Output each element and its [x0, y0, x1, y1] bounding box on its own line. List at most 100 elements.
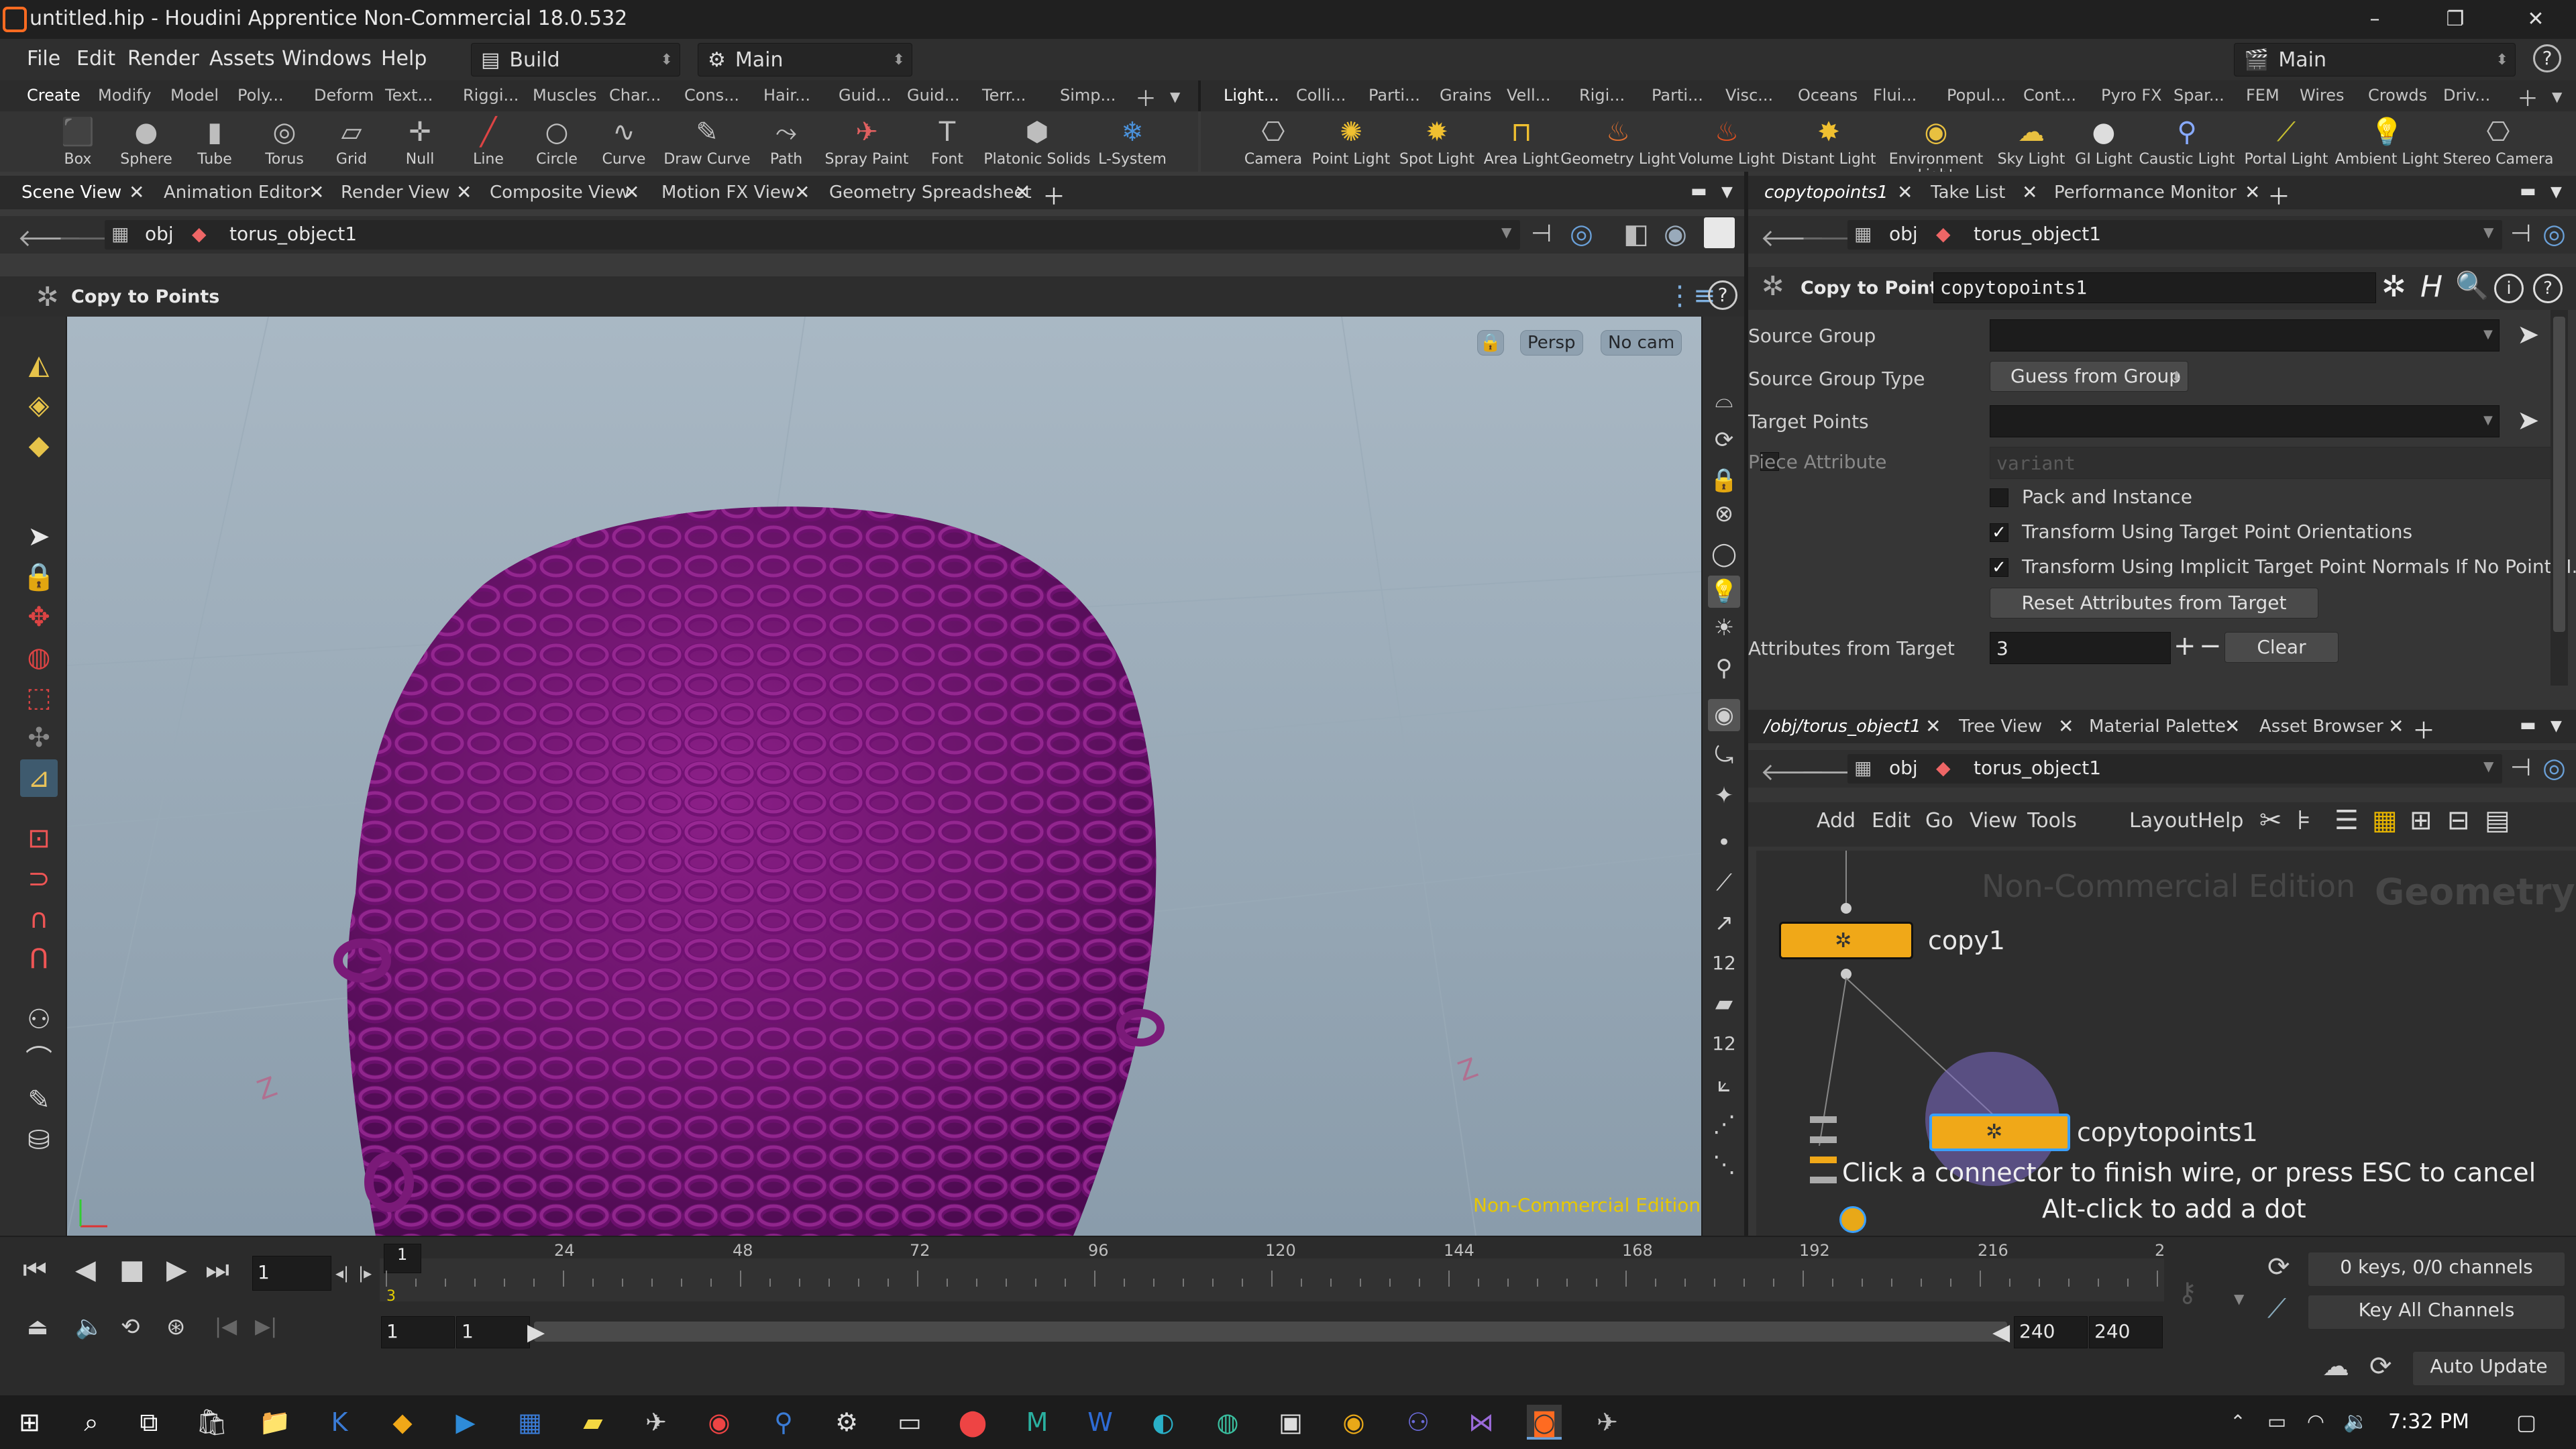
global-animation-icon[interactable]: ⊛	[166, 1313, 186, 1340]
connector-stub[interactable]	[1810, 1136, 1837, 1143]
next-key-icon[interactable]: ▶|	[255, 1315, 277, 1338]
add-tab-icon[interactable]: ＋	[2412, 712, 2435, 745]
more-display-icon[interactable]: ⋱	[1708, 1148, 1740, 1181]
normal-display-icon[interactable]: ⟋	[1708, 867, 1740, 899]
path-node[interactable]: torus_object1	[229, 223, 357, 245]
keyframe-icon[interactable]: ⟋	[2267, 1293, 2286, 1324]
prim-numbers-icon[interactable]: 12	[1708, 1028, 1740, 1060]
move-tool-icon[interactable]: ✥	[20, 598, 58, 636]
target-points-field[interactable]	[1990, 405, 2500, 437]
close-tab-icon[interactable]: ✕	[2022, 181, 2037, 203]
home-icon[interactable]: ◯	[1708, 538, 1740, 570]
task-view-icon[interactable]: ⧉	[131, 1405, 166, 1440]
snapshot-icon[interactable]: ✦	[1708, 780, 1740, 812]
shelf-tool-caustic-light[interactable]: ⚲ Caustic Light	[2139, 114, 2235, 172]
shelf-tab[interactable]: Char...	[609, 86, 661, 105]
app-teal-icon[interactable]: ◍	[1210, 1405, 1245, 1440]
shelf-tool-geometry-light[interactable]: ♨ Geometry Light	[1560, 114, 1676, 172]
store-icon[interactable]: 🛍	[195, 1405, 229, 1440]
menu-add[interactable]: Add	[1817, 809, 1856, 833]
shelf-tab[interactable]: Wires	[2300, 86, 2344, 105]
display-wireframe-icon[interactable]: ⌓	[1708, 384, 1740, 416]
curve-display-icon[interactable]: ⋰	[1708, 1108, 1740, 1140]
tab-motion-fx-view[interactable]: Motion FX View	[661, 182, 795, 203]
wifi-icon[interactable]: ◠	[2298, 1405, 2333, 1440]
sticky-notes-icon[interactable]: ▰	[576, 1405, 610, 1440]
start-icon[interactable]: ⊞	[12, 1405, 47, 1440]
grid-view-icon[interactable]: ▦	[2372, 805, 2398, 836]
shelf-tool-stereo-camera[interactable]: ⎔ Stereo Camera	[2443, 114, 2553, 172]
range-slider[interactable]	[534, 1322, 2007, 1342]
copy1-node[interactable]: ✲	[1779, 922, 1913, 959]
shelf-menu-icon[interactable]: ▼	[2552, 89, 2562, 105]
close-tab-icon[interactable]: ✕	[129, 181, 144, 203]
camera-view-icon[interactable]: ◉	[1708, 699, 1740, 731]
menu-tools[interactable]: Tools	[2027, 809, 2077, 833]
path-root[interactable]: obj	[1889, 223, 1918, 245]
app-k-icon[interactable]: K	[322, 1405, 357, 1440]
path-node[interactable]: torus_object1	[1974, 757, 2101, 779]
step-back-icon[interactable]: ◂|	[335, 1264, 349, 1283]
transform-orient-checkbox[interactable]: ✓	[1990, 523, 2008, 542]
file-explorer-icon[interactable]: 📁	[258, 1405, 292, 1440]
volume-icon[interactable]: 🔉	[2339, 1405, 2373, 1440]
magnet-icon[interactable]: Ո	[20, 941, 58, 978]
cloud-icon[interactable]: ☁	[2322, 1351, 2349, 1382]
shelf-tab[interactable]: Pyro FX	[2101, 86, 2162, 105]
tab-animation-editor[interactable]: Animation Editor	[164, 182, 310, 203]
path-root[interactable]: obj	[145, 223, 174, 245]
pane-menu-icon[interactable]: ▼	[1721, 184, 1733, 201]
source-group-field[interactable]	[1990, 319, 2500, 352]
realtime-toggle-icon[interactable]: ⏏	[27, 1313, 48, 1340]
epic-icon[interactable]: ▣	[1273, 1405, 1308, 1440]
shelf-tab[interactable]: Flui...	[1873, 86, 1917, 105]
hscript-help-icon[interactable]: H	[2420, 270, 2443, 304]
shelf-tab[interactable]: Poly...	[237, 86, 284, 105]
select-arrow-icon[interactable]: ➤	[2517, 405, 2540, 436]
vector-display-icon[interactable]: ↗	[1708, 907, 1740, 939]
shelf-tool-portal-light[interactable]: ⟋ Portal Light	[2244, 114, 2328, 172]
link-icon[interactable]: ◎	[2542, 753, 2566, 784]
point-numbers-icon[interactable]: 12	[1708, 947, 1740, 979]
shelf-tab[interactable]: Model	[170, 86, 219, 105]
tab-asset-browser[interactable]: Asset Browser	[2259, 716, 2383, 737]
pin-icon[interactable]: ⊣	[2510, 754, 2531, 782]
teams-icon[interactable]: ⚇	[1401, 1405, 1436, 1440]
play-reverse-icon[interactable]: ◀	[75, 1254, 96, 1285]
chrome-icon[interactable]: ◉	[702, 1405, 737, 1440]
lasso-icon[interactable]: ⌒	[20, 1041, 58, 1079]
shelf-tool-platonic[interactable]: ⬢ Platonic Solids	[983, 114, 1090, 172]
display-guide-icon[interactable]: ⟳	[1708, 424, 1740, 456]
close-tab-icon[interactable]: ✕	[2058, 715, 2074, 737]
add-shelf-icon[interactable]: ＋	[1135, 82, 1157, 113]
parameter-scrollbar[interactable]	[2551, 310, 2568, 686]
key-dropdown-icon[interactable]: ▼	[2234, 1291, 2244, 1307]
path-dropdown-icon[interactable]: ▼	[2483, 224, 2493, 240]
app-bird-icon[interactable]: ✈	[639, 1405, 674, 1440]
update-icon[interactable]: ⟳	[2369, 1351, 2392, 1382]
key-icon[interactable]: ⚷	[2178, 1277, 2197, 1308]
restore-button[interactable]: ❐	[2422, 3, 2489, 36]
headlight-icon[interactable]: 💡	[1708, 576, 1740, 608]
close-tab-icon[interactable]: ✕	[1925, 715, 1941, 737]
minimize-button[interactable]: –	[2341, 3, 2408, 36]
visual-studio-icon[interactable]: ⋈	[1464, 1405, 1499, 1440]
persp-menu[interactable]: Persp	[1520, 330, 1583, 356]
shelf-tab[interactable]: Create	[27, 86, 80, 105]
menu-go[interactable]: Go	[1925, 809, 1953, 833]
help-icon[interactable]: ?	[2533, 44, 2561, 72]
orbit-icon[interactable]: ⤿	[1708, 739, 1740, 771]
tab-geometry-spreadsheet[interactable]: Geometry Spreadsheet	[829, 182, 1032, 203]
terminal-icon[interactable]: ▭	[892, 1405, 927, 1440]
shelf-tool-point-light[interactable]: ✺ Point Light	[1312, 114, 1391, 172]
visibility-icon[interactable]: ⊗	[1708, 498, 1740, 530]
scene-viewport[interactable]: Z Z 🔒 Persp No cam Non-Commercial Editio…	[67, 317, 1701, 1236]
close-tab-icon[interactable]: ✕	[456, 181, 472, 203]
shelf-tab[interactable]: Rigi...	[1579, 86, 1625, 105]
close-tab-icon[interactable]: ✕	[2388, 715, 2404, 737]
shelf-tab[interactable]: Spar...	[2174, 86, 2224, 105]
edge-icon[interactable]: ⟀	[1708, 1068, 1740, 1100]
select-tool-icon[interactable]: ➤	[20, 518, 58, 555]
shading-icon[interactable]: ◉	[1664, 219, 1687, 250]
pin-icon[interactable]: ⊣	[2510, 220, 2531, 248]
